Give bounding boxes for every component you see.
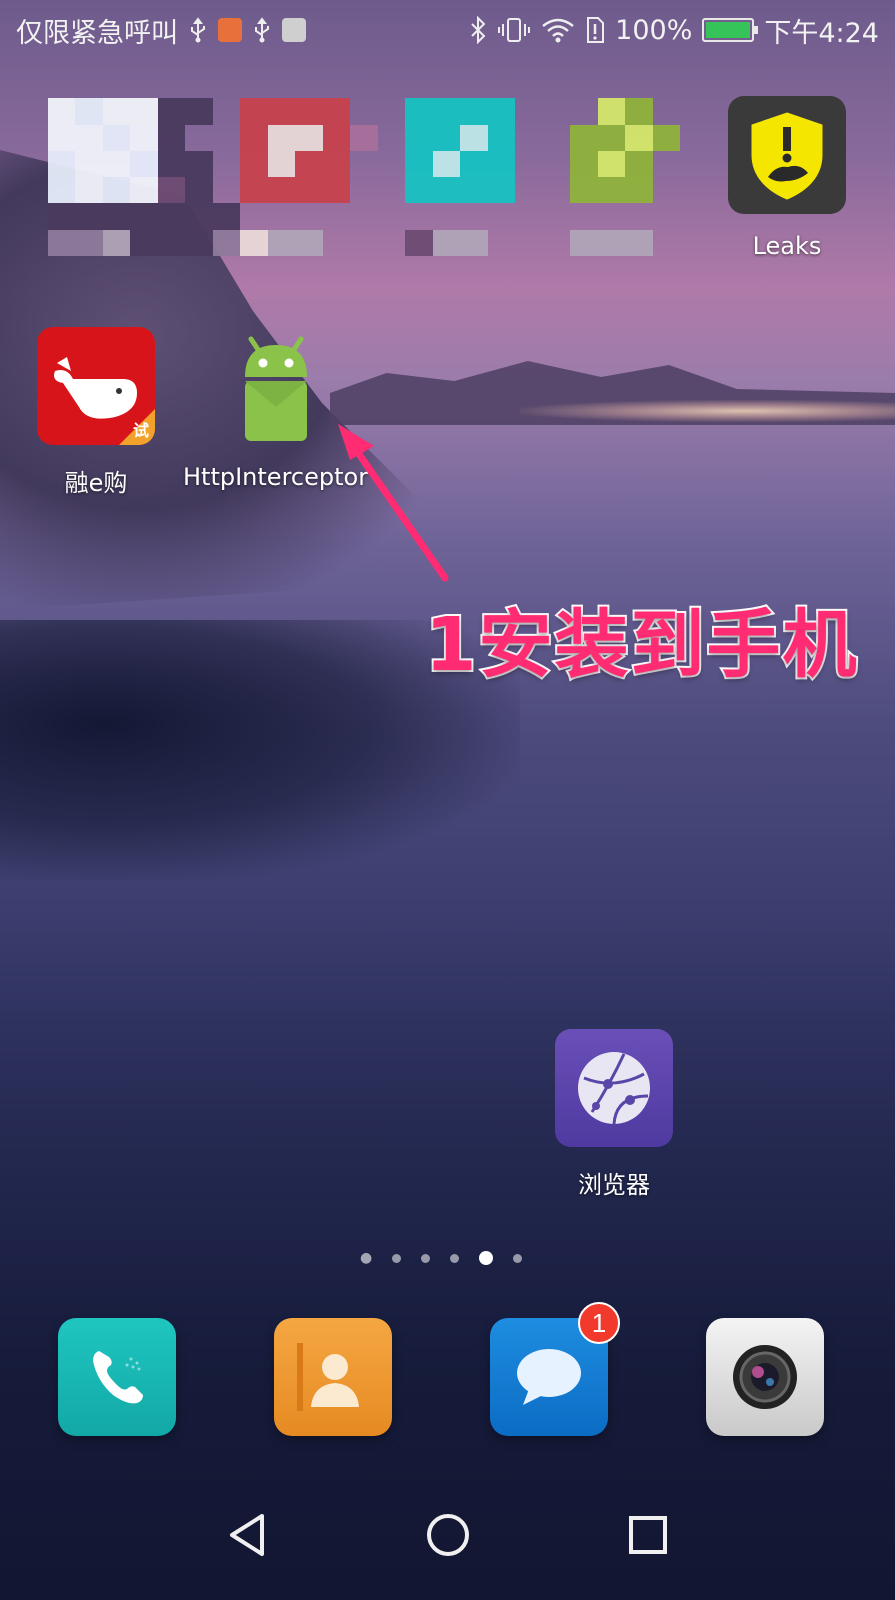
- leaks-shield-icon: [728, 96, 846, 214]
- vibrate-icon: [497, 16, 531, 44]
- status-bar: 仅限紧急呼叫 100% 下午4:24: [0, 0, 895, 60]
- page-dot[interactable]: [450, 1253, 460, 1263]
- phone-icon: [93, 1351, 143, 1404]
- home-icon: [426, 1514, 469, 1556]
- usb-icon: [188, 17, 208, 43]
- android-icon: [217, 327, 335, 445]
- app-label-leaks: Leaks: [752, 232, 822, 260]
- camera-app[interactable]: [706, 1318, 824, 1436]
- clock: 下午4:24: [764, 17, 879, 49]
- page-dot[interactable]: [392, 1253, 402, 1263]
- home-button[interactable]: [423, 1510, 473, 1560]
- page-dot[interactable]: [513, 1253, 523, 1263]
- phone-app[interactable]: [58, 1318, 176, 1436]
- wallpaper-city-lights: [520, 400, 895, 422]
- battery-charging-icon: [702, 18, 759, 42]
- whale-icon: 试: [37, 327, 155, 445]
- contacts-icon: [297, 1343, 359, 1411]
- message-icon: [517, 1349, 581, 1405]
- pixelated-app-row: [20, 72, 680, 282]
- messages-app[interactable]: 1: [490, 1302, 620, 1436]
- back-button[interactable]: [223, 1510, 273, 1560]
- dock: 1: [0, 1302, 895, 1442]
- recents-icon: [628, 1516, 667, 1554]
- page-indicator: ●: [360, 1250, 523, 1266]
- bluetooth-icon: [469, 16, 487, 44]
- huawei-icon: [282, 18, 306, 42]
- camera-icon: [733, 1345, 797, 1409]
- app-rong-e-gou[interactable]: 试 融e购: [37, 327, 155, 498]
- usb-icon: [252, 17, 272, 43]
- recents-button[interactable]: [623, 1510, 673, 1560]
- contacts-app[interactable]: [274, 1318, 392, 1436]
- battery-percent: 100%: [615, 14, 693, 46]
- app-leaks[interactable]: Leaks: [728, 96, 846, 260]
- page-dot-active[interactable]: [479, 1251, 494, 1265]
- annotation-text: 1安装到手机: [423, 600, 859, 690]
- heart-app-icon: [218, 18, 242, 42]
- sim-alert-icon: [585, 16, 605, 44]
- trial-corner-label: 试: [132, 421, 149, 440]
- page-dot[interactable]: [421, 1253, 431, 1263]
- unread-badge: 1: [578, 1302, 620, 1344]
- globe-icon: [555, 1029, 673, 1147]
- annotation-arrow: [338, 424, 449, 582]
- wifi-icon: [541, 16, 575, 44]
- back-icon: [229, 1514, 264, 1556]
- app-label-browser: 浏览器: [578, 1171, 650, 1199]
- app-browser[interactable]: 浏览器: [555, 1029, 673, 1200]
- carrier-status: 仅限紧急呼叫: [16, 17, 178, 49]
- app-label-rong-e-gou: 融e购: [64, 469, 128, 497]
- navigation-bar: [0, 1470, 895, 1600]
- lightbulb-icon: ●: [360, 1250, 373, 1266]
